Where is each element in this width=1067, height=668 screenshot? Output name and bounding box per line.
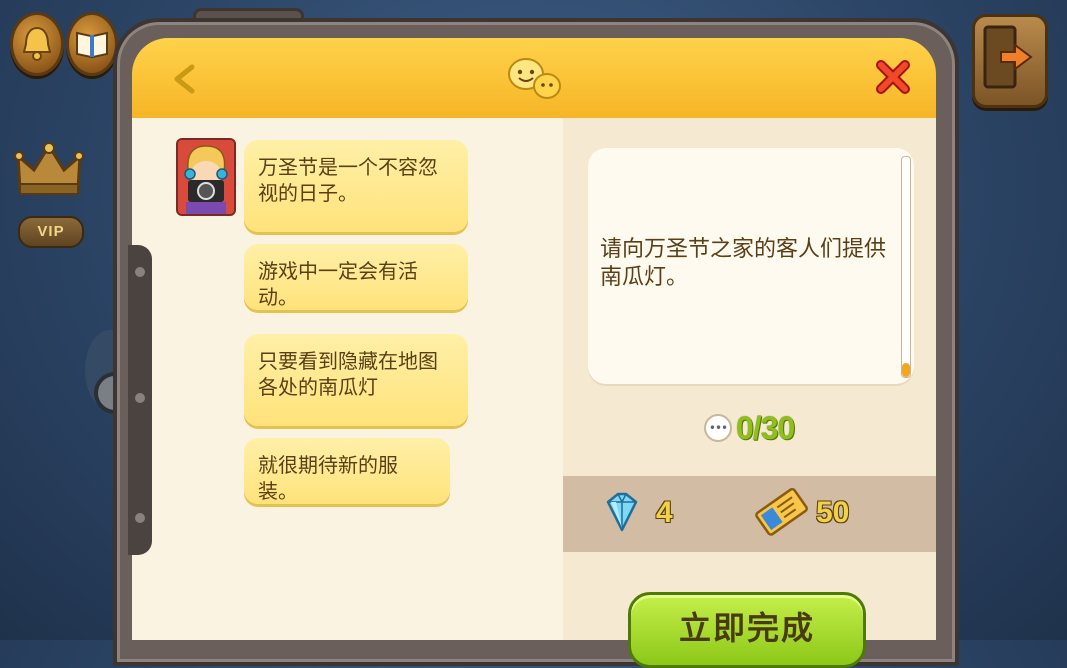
exit-door-icon (983, 25, 1033, 89)
bell-icon (22, 26, 52, 61)
diamond-icon (606, 492, 638, 532)
chat-message: 就很期待新的服装。 (258, 453, 398, 503)
progress-count: 0/30 (736, 409, 795, 446)
close-icon (876, 60, 910, 94)
chat-bubble: 万圣节是一个不容忽视的日子。 (244, 140, 468, 232)
diamond-reward-value: 4 (656, 496, 673, 529)
quest-progress: ••• 0/30 (704, 408, 795, 448)
quest-scroll-thumb[interactable] (902, 363, 910, 377)
chat-bubble: 只要看到隐藏在地图各处的南瓜灯 (244, 334, 468, 426)
vip-label: VIP (18, 216, 84, 248)
ticket-icon (755, 487, 808, 536)
bell-button[interactable] (10, 12, 64, 76)
crown-icon (14, 142, 84, 195)
quest-scrollbar[interactable] (901, 156, 911, 378)
chat-bubble: 游戏中一定会有活动。 (244, 244, 468, 310)
arrow-left-icon (174, 64, 195, 94)
guide-book-button[interactable] (66, 12, 118, 76)
complete-now-button[interactable]: 立即完成 (628, 592, 866, 668)
ticket-reward-value: 50 (816, 496, 850, 529)
chat-bubble: 就很期待新的服装。 (244, 438, 450, 504)
npc-avatar (176, 138, 236, 216)
close-button[interactable] (872, 56, 914, 98)
chat-bubbles-icon (508, 58, 561, 99)
chat-message: 游戏中一定会有活动。 (258, 259, 418, 309)
vip-button[interactable]: VIP (8, 140, 88, 260)
progress-dots-icon: ••• (704, 414, 732, 442)
back-button[interactable] (170, 62, 200, 96)
exit-button[interactable] (972, 14, 1048, 108)
chat-message: 万圣节是一个不容忽视的日子。 (258, 155, 438, 205)
chat-message: 只要看到隐藏在地图各处的南瓜灯 (258, 349, 438, 399)
side-handle (128, 245, 152, 555)
book-icon (76, 31, 108, 59)
quest-description: 请向万圣节之家的客人们提供南瓜灯。 (600, 237, 887, 290)
